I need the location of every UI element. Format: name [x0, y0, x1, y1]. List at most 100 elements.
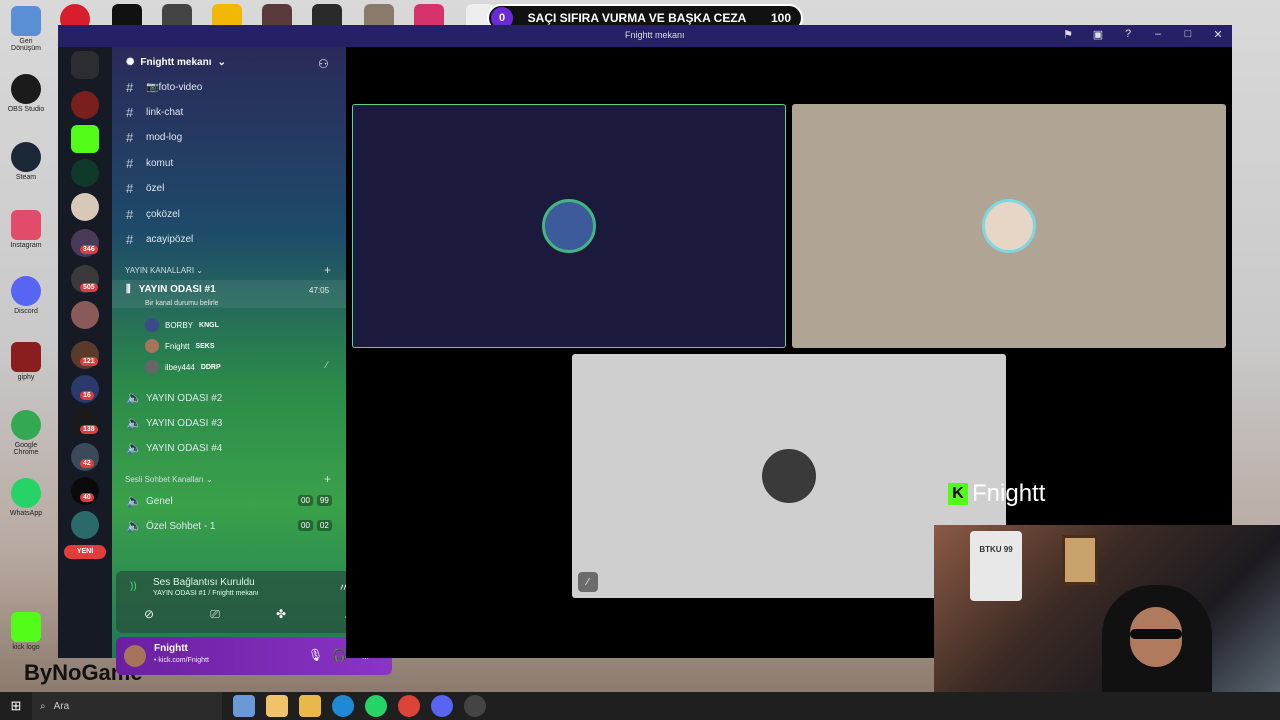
discord-home-icon[interactable]	[71, 51, 99, 79]
steam-icon	[11, 142, 41, 172]
sunglasses	[1130, 629, 1182, 639]
screen-share-button[interactable]: ⎚	[186, 607, 244, 627]
voice-channel[interactable]: 🔈 Özel Sohbet - 1	[126, 518, 215, 534]
speaker-icon: 🔈	[126, 493, 143, 508]
text-channel[interactable]: # acayipözel	[126, 232, 193, 247]
server-icon[interactable]	[71, 511, 99, 539]
goal-target-value: 100	[770, 11, 792, 25]
webcam-overlay: BTKU 99	[934, 525, 1280, 692]
server-icon[interactable]	[71, 91, 99, 119]
copilot-icon[interactable]	[233, 695, 255, 717]
mention-badge: 16	[80, 391, 94, 400]
voice-member[interactable]: BORBY KNGL	[145, 318, 219, 332]
kick-icon: K	[948, 483, 968, 505]
voice-channel[interactable]: 🔈 YAYIN ODASI #3	[126, 415, 222, 431]
taskbar-search[interactable]: ⌕ Ara	[32, 692, 222, 720]
avatar[interactable]	[124, 645, 146, 667]
desktop-icon-recycle-bin[interactable]: Geri Dönüşüm	[4, 6, 48, 52]
desktop-icon-kick[interactable]: kick logo	[4, 612, 48, 651]
windows-start-icon[interactable]: ⊞	[0, 698, 32, 714]
text-channel[interactable]: # link-chat	[126, 105, 183, 120]
microphone-icon[interactable]: 🎙	[308, 648, 323, 662]
text-channel[interactable]: # özel	[126, 181, 164, 196]
jersey: BTKU 99	[970, 531, 1022, 601]
goal-text: SAÇI SIFIRA VURMA VE BAŞKA CEZA	[527, 11, 747, 25]
hash-icon: #	[126, 232, 134, 247]
server-icon[interactable]	[71, 193, 99, 221]
help-icon[interactable]: ?	[1120, 28, 1136, 41]
kick-icon	[11, 612, 41, 642]
add-channel-icon[interactable]: +	[324, 263, 331, 277]
taskbar: ⊞ ⌕ Ara	[0, 692, 1280, 720]
hash-icon: #	[126, 80, 134, 95]
edge-icon[interactable]	[332, 695, 354, 717]
server-icon[interactable]	[71, 125, 99, 153]
channel-status[interactable]: Bir kanal durumu belirle	[145, 300, 219, 307]
voice-channel[interactable]: 🔈 YAYIN ODASI #2	[126, 390, 222, 406]
obs-icon[interactable]	[464, 695, 486, 717]
participant-tile[interactable]	[792, 104, 1226, 348]
activities-button[interactable]: ✤	[252, 607, 310, 627]
text-channel[interactable]: # çoközel	[126, 207, 180, 222]
mention-badge: 40	[80, 493, 94, 502]
recycle-bin-icon	[11, 6, 41, 36]
speaker-icon: 🔈	[126, 390, 143, 405]
hash-icon: #	[126, 181, 134, 196]
avatar	[542, 199, 596, 253]
server-icon[interactable]	[71, 301, 99, 329]
whatsapp-icon	[11, 478, 41, 508]
username[interactable]: Fnightt	[154, 643, 188, 654]
avatar	[145, 360, 159, 374]
title-bar-controls: ⚑ ▣ ? – □ ✕	[1060, 28, 1226, 41]
hash-icon: #	[126, 105, 134, 120]
desktop-icon-steam[interactable]: Steam	[4, 142, 48, 181]
discord-icon[interactable]	[431, 695, 453, 717]
text-channel[interactable]: # 📷foto-video	[126, 80, 202, 95]
add-channel-icon[interactable]: +	[324, 472, 331, 486]
participant-tile[interactable]	[352, 104, 786, 348]
text-channel[interactable]: # mod-log	[126, 130, 182, 145]
new-label: YENİ	[64, 545, 106, 559]
active-voice-channel[interactable]: ⫼ YAYIN ODASI #1	[126, 284, 216, 295]
text-channel[interactable]: # komut	[126, 156, 173, 171]
inbox-icon[interactable]: ⚑	[1060, 28, 1076, 41]
voice-channel[interactable]: 🔈 YAYIN ODASI #4	[126, 440, 222, 456]
server-header[interactable]: ✺ Fnightt mekanı ⌄	[126, 57, 226, 68]
voice-location[interactable]: YAYIN ODASI #1 / Fnightt mekanı	[153, 590, 259, 597]
category-voice[interactable]: Sesli Sohbet Kanalları ⌄	[125, 475, 213, 484]
desktop-icon-whatsapp[interactable]: WhatsApp	[4, 478, 48, 517]
signal-icon: ))	[130, 581, 137, 592]
maximize-icon[interactable]: □	[1180, 28, 1196, 41]
whatsapp-icon[interactable]	[365, 695, 387, 717]
server-name: Fnightt mekanı	[140, 57, 212, 68]
voice-member[interactable]: Fnightt SEKS	[145, 339, 215, 353]
server-list: 346 505 121 16 138 42 40 YENİ	[58, 47, 112, 658]
desktop-icon-chrome[interactable]: Google Chrome	[4, 410, 48, 456]
desktop-icon-discord[interactable]: Discord	[4, 276, 48, 315]
hash-icon: #	[126, 156, 134, 171]
store-icon[interactable]	[266, 695, 288, 717]
voice-elapsed-time: 47:05	[309, 286, 330, 295]
camera-off-button[interactable]: ⊘	[120, 607, 178, 627]
file-explorer-icon[interactable]	[299, 695, 321, 717]
category-streams[interactable]: YAYIN KANALLARI ⌄	[125, 266, 203, 275]
discord-icon	[11, 276, 41, 306]
screen-icon[interactable]: ▣	[1090, 28, 1106, 41]
desktop-icon-giphy[interactable]: giphy	[4, 342, 48, 381]
muted-mic-icon: ⁄	[326, 360, 328, 370]
user-limit-counter: 00 99	[298, 495, 332, 506]
picture-frame	[1062, 535, 1098, 585]
minimize-icon[interactable]: –	[1150, 28, 1166, 41]
add-member-icon[interactable]: ⚇	[318, 57, 329, 71]
voice-channel[interactable]: 🔈 Genel	[126, 493, 173, 509]
voice-member[interactable]: ilbey444 DDRP	[145, 360, 221, 374]
avatar	[145, 339, 159, 353]
desktop-icon-obs[interactable]: OBS Studio	[4, 74, 48, 113]
server-icon[interactable]	[71, 159, 99, 187]
chrome-shortcut-icon	[11, 210, 41, 240]
hash-icon: #	[126, 207, 134, 222]
desktop-icon-instagram[interactable]: Instagram	[4, 210, 48, 249]
close-icon[interactable]: ✕	[1210, 28, 1226, 41]
headphones-icon[interactable]: 🎧	[332, 648, 347, 662]
chrome-icon[interactable]	[398, 695, 420, 717]
